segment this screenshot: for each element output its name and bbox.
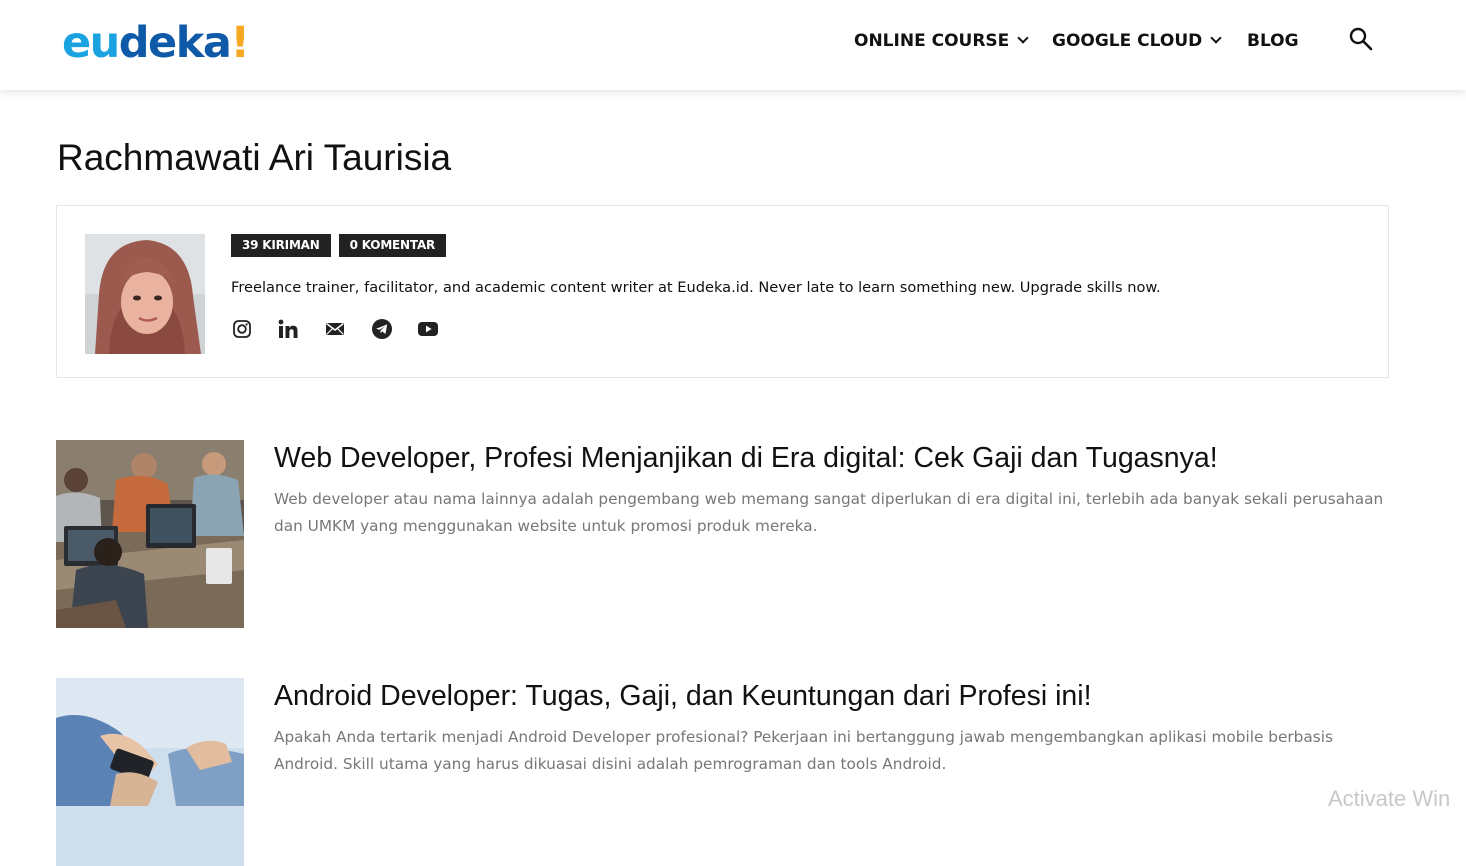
youtube-link[interactable] — [417, 318, 439, 340]
post-thumbnail[interactable] — [56, 440, 244, 628]
telegram-icon — [372, 319, 392, 339]
search-icon — [1349, 27, 1373, 51]
os-activation-watermark: Activate Win — [1328, 786, 1451, 811]
author-stats: 39 KIRIMAN 0 KOMENTAR — [231, 234, 454, 257]
site-header: eudeka! ONLINE COURSE GOOGLE CLOUD BLOG — [0, 0, 1466, 90]
chevron-down-icon — [1017, 32, 1029, 44]
author-name: Rachmawati Ari Taurisia — [57, 137, 452, 178]
email-link[interactable] — [324, 318, 346, 340]
logo-mark: ! — [230, 18, 250, 68]
post-item: Android Developer: Tugas, Gaji, dan Keun… — [56, 678, 1396, 866]
posts-count-badge: 39 KIRIMAN — [231, 234, 331, 257]
comments-count-badge: 0 KOMENTAR — [338, 234, 447, 257]
nav-blog-label: BLOG — [1247, 31, 1299, 51]
post-item: Web Developer, Profesi Menjanjikan di Er… — [56, 440, 1396, 628]
instagram-icon — [233, 320, 251, 338]
chevron-down-icon — [1210, 32, 1222, 44]
nav-online-course-label: ONLINE COURSE — [854, 31, 1010, 51]
nav-google-cloud[interactable]: GOOGLE CLOUD — [1052, 28, 1222, 54]
telegram-link[interactable] — [371, 318, 393, 340]
post-thumbnail[interactable] — [56, 678, 244, 866]
linkedin-link[interactable] — [277, 318, 299, 340]
mail-icon — [326, 322, 344, 335]
nav-blog[interactable]: BLOG — [1247, 28, 1299, 54]
instagram-link[interactable] — [231, 318, 253, 340]
youtube-icon — [418, 322, 438, 336]
logo-text-part1: eu — [62, 18, 120, 68]
logo-text-part2: deka — [118, 18, 232, 68]
nav-online-course[interactable]: ONLINE COURSE — [854, 28, 1029, 54]
eudeka-logo[interactable]: eudeka! — [62, 18, 250, 68]
linkedin-icon — [278, 319, 298, 338]
search-button[interactable] — [1348, 26, 1374, 52]
post-excerpt: Web developer atau nama lainnya adalah p… — [274, 490, 1384, 535]
post-excerpt: Apakah Anda tertarik menjadi Android Dev… — [274, 728, 1333, 773]
post-title[interactable]: Android Developer: Tugas, Gaji, dan Keun… — [274, 678, 1092, 714]
author-bio: Freelance trainer, facilitator, and acad… — [231, 279, 1161, 296]
post-title[interactable]: Web Developer, Profesi Menjanjikan di Er… — [274, 440, 1218, 476]
nav-google-cloud-label: GOOGLE CLOUD — [1052, 31, 1203, 51]
author-avatar — [85, 234, 205, 354]
author-box: 39 KIRIMAN 0 KOMENTAR Freelance trainer, … — [56, 205, 1389, 378]
